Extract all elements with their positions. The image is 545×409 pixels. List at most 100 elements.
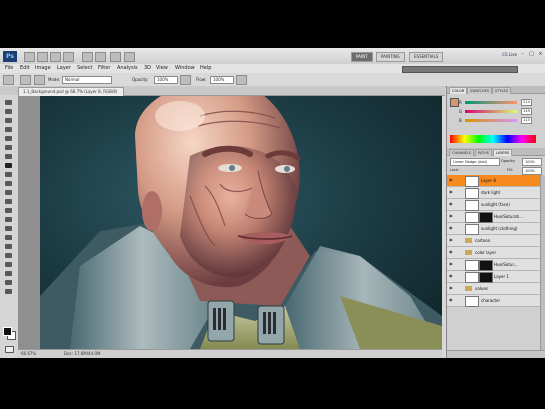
zoom-tool-icon[interactable] [95, 52, 106, 62]
tab-paths[interactable]: PATHS [475, 149, 493, 156]
menu-3d[interactable]: 3D [144, 65, 151, 71]
visibility-eye-icon[interactable]: ◉ [449, 190, 454, 194]
zoom-tool-icon[interactable] [4, 288, 13, 295]
zoom-level-icon[interactable] [63, 52, 74, 62]
pen-tool-icon[interactable] [4, 225, 13, 232]
workspace-essentials[interactable]: ESSENTIALS [409, 52, 444, 62]
fill-field[interactable]: 100% [522, 167, 542, 175]
layer-row[interactable]: ◉ Layer 1 [447, 271, 540, 283]
marquee-tool-icon[interactable] [4, 108, 13, 115]
menu-view[interactable]: View [156, 65, 168, 71]
eraser-tool-icon[interactable] [4, 189, 13, 196]
document-tab[interactable]: 1.1_Background.psd @ 66.7% (Layer 8, RGB… [18, 87, 125, 96]
blue-value[interactable]: 113 [521, 117, 532, 124]
screen-mode-icon[interactable] [124, 52, 135, 62]
layer-row[interactable]: ◉ sunlight (clothing) [447, 223, 540, 235]
layers-scrollbar[interactable] [540, 175, 545, 350]
brush-preset-icon[interactable] [3, 75, 14, 85]
menu-select[interactable]: Select [77, 65, 92, 71]
eyedropper-tool-icon[interactable] [4, 144, 13, 151]
menu-window[interactable]: Window [175, 65, 195, 71]
blur-tool-icon[interactable] [4, 207, 13, 214]
quick-select-tool-icon[interactable] [4, 126, 13, 133]
visibility-eye-icon[interactable]: ◉ [449, 226, 454, 230]
visibility-eye-icon[interactable]: ◉ [449, 286, 454, 290]
arrange-documents-icon[interactable] [110, 52, 121, 62]
document-canvas[interactable] [40, 96, 442, 349]
layer-row[interactable]: ◉ cartoon [447, 235, 540, 247]
type-tool-icon[interactable] [4, 234, 13, 241]
layers-opacity-field[interactable]: 100% [522, 158, 542, 166]
history-brush-tool-icon[interactable] [4, 180, 13, 187]
foreground-color-swatch[interactable] [3, 327, 12, 336]
tab-layers[interactable]: LAYERS [493, 149, 513, 156]
visibility-eye-icon[interactable]: ◉ [449, 274, 454, 278]
hand-tool-icon[interactable] [4, 279, 13, 286]
dodge-tool-icon[interactable] [4, 216, 13, 223]
visibility-eye-icon[interactable]: ◉ [449, 250, 454, 254]
workspace-painting[interactable]: PAINTING [376, 52, 405, 62]
menu-image[interactable]: Image [35, 65, 51, 71]
minibridge-icon[interactable] [37, 52, 48, 62]
extras-icon[interactable] [50, 52, 61, 62]
visibility-eye-icon[interactable]: ◉ [449, 262, 454, 266]
hand-tool-icon[interactable] [82, 52, 93, 62]
3d-orbit-tool-icon[interactable] [4, 270, 13, 277]
green-value[interactable]: 149 [521, 108, 532, 115]
menu-analysis[interactable]: Analysis [117, 65, 138, 71]
menu-file[interactable]: File [5, 65, 13, 71]
menu-help[interactable]: Help [200, 65, 211, 71]
maximize-icon[interactable]: □ [528, 51, 535, 58]
brush-tool-icon[interactable] [4, 162, 13, 169]
color-swatch-preview[interactable] [450, 98, 459, 107]
visibility-eye-icon[interactable]: ◉ [449, 178, 454, 182]
tab-channels[interactable]: CHANNELS [449, 149, 475, 156]
crop-tool-icon[interactable] [4, 135, 13, 142]
blue-slider[interactable] [465, 119, 517, 122]
quick-mask-icon[interactable] [4, 345, 14, 353]
menu-edit[interactable]: Edit [20, 65, 30, 71]
bridge-icon[interactable] [24, 52, 35, 62]
visibility-eye-icon[interactable]: ◉ [449, 202, 454, 206]
layer-row[interactable]: ◉ Hue/Saturati... [447, 211, 540, 223]
pressure-opacity-icon[interactable] [180, 75, 191, 85]
cs-live[interactable]: CS Live [502, 52, 517, 57]
layer-row[interactable]: ◉ dark light [447, 187, 540, 199]
layer-row[interactable]: ◉ Layer 8 [447, 175, 540, 187]
zoom-readout[interactable]: 66.67% [21, 351, 36, 356]
layer-row[interactable]: ◉ values [447, 283, 540, 295]
lasso-tool-icon[interactable] [4, 117, 13, 124]
visibility-eye-icon[interactable]: ◉ [449, 298, 454, 302]
flow-field[interactable]: 100% [210, 76, 234, 84]
green-slider[interactable] [465, 110, 517, 113]
airbrush-icon[interactable] [236, 75, 247, 85]
toggle-brush-panel-icon[interactable] [34, 75, 45, 85]
tab-swatches[interactable]: SWATCHES [467, 87, 493, 94]
visibility-eye-icon[interactable]: ◉ [449, 214, 454, 218]
3d-rotate-tool-icon[interactable] [4, 261, 13, 268]
layer-row[interactable]: ◉ character [447, 295, 540, 307]
brush-size-icon[interactable] [20, 75, 31, 85]
tab-styles[interactable]: STYLES [492, 87, 511, 94]
color-spectrum[interactable] [450, 135, 536, 143]
tab-color[interactable]: COLOR [449, 87, 468, 94]
blend-mode-select[interactable]: Linear Dodge (Add) [450, 158, 500, 166]
minimize-icon[interactable]: – [519, 51, 526, 58]
healing-brush-tool-icon[interactable] [4, 153, 13, 160]
menu-layer[interactable]: Layer [57, 65, 71, 71]
red-slider[interactable] [465, 101, 517, 104]
visibility-eye-icon[interactable]: ◉ [449, 238, 454, 242]
layer-row[interactable]: ◉ Hue/Satur... [447, 259, 540, 271]
menu-filter[interactable]: Filter [98, 65, 110, 71]
move-tool-icon[interactable] [4, 99, 13, 106]
mode-select[interactable]: Normal [62, 76, 112, 84]
layer-row[interactable]: ◉ color layer [447, 247, 540, 259]
workspace-paint[interactable]: PAINT [351, 52, 373, 62]
layer-row[interactable]: ◉ sunlight (face) [447, 199, 540, 211]
path-select-tool-icon[interactable] [4, 243, 13, 250]
red-value[interactable]: 214 [521, 99, 532, 106]
opacity-field[interactable]: 100% [154, 76, 178, 84]
close-icon[interactable]: × [537, 51, 544, 58]
gradient-tool-icon[interactable] [4, 198, 13, 205]
clone-stamp-tool-icon[interactable] [4, 171, 13, 178]
